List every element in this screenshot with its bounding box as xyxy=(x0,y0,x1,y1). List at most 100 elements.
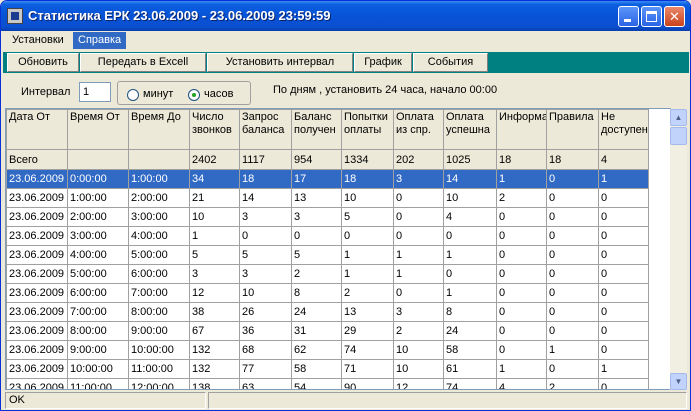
menu-help[interactable]: Справка xyxy=(73,32,127,49)
table-cell[interactable]: 0 xyxy=(598,283,649,303)
table-cell[interactable]: 58 xyxy=(443,340,497,360)
minutes-radio[interactable] xyxy=(127,89,139,101)
table-cell[interactable]: 3:00:00 xyxy=(128,207,190,227)
table-cell[interactable]: 12:00:00 xyxy=(128,378,190,389)
table-row[interactable]: 23.06.2009 11:00:00 12:00:00 138 63 54 90 12 74 4… xyxy=(6,378,649,389)
table-cell[interactable]: 0 xyxy=(598,264,649,284)
table-cell[interactable]: 14 xyxy=(443,169,497,189)
table-cell[interactable]: 138 xyxy=(189,378,240,389)
table-cell[interactable]: 10 xyxy=(443,188,497,208)
table-cell[interactable]: 54 xyxy=(291,378,342,389)
table-cell[interactable]: 0 xyxy=(239,226,292,246)
column-header[interactable]: Не доступен xyxy=(598,109,649,150)
table-cell[interactable]: 1 xyxy=(496,169,547,189)
table-cell[interactable]: 23.06.2009 xyxy=(6,359,68,379)
column-header[interactable]: Оплата успешна xyxy=(443,109,497,150)
column-header[interactable]: Информа xyxy=(496,109,547,150)
table-cell[interactable]: 11:00:00 xyxy=(128,359,190,379)
table-row[interactable]: 23.06.2009 3:00:00 4:00:00 1 0 0 0 0 0 0 0 0 xyxy=(6,226,649,246)
table-cell[interactable]: 8 xyxy=(291,283,342,303)
table-cell[interactable]: 5 xyxy=(189,245,240,265)
table-cell[interactable]: 1 xyxy=(598,169,649,189)
table-cell[interactable]: 8:00:00 xyxy=(128,302,190,322)
scroll-thumb[interactable] xyxy=(670,127,687,145)
table-cell[interactable]: 21 xyxy=(189,188,240,208)
table-cell[interactable]: 10:00:00 xyxy=(128,340,190,360)
table-cell[interactable]: 0 xyxy=(546,321,599,341)
table-cell[interactable]: 3 xyxy=(239,207,292,227)
table-cell[interactable]: 2 xyxy=(341,283,394,303)
table-cell[interactable]: 61 xyxy=(443,359,497,379)
table-cell[interactable]: 2 xyxy=(496,188,547,208)
table-cell[interactable]: 13 xyxy=(291,188,342,208)
table-cell[interactable]: 132 xyxy=(189,340,240,360)
table-cell[interactable]: 1:00:00 xyxy=(67,188,129,208)
table-cell[interactable]: 1 xyxy=(341,264,394,284)
set-interval-button[interactable]: Установить интервал xyxy=(207,53,353,72)
table-row[interactable]: 23.06.2009 4:00:00 5:00:00 5 5 5 1 1 1 0 0 0 xyxy=(6,245,649,265)
table-row[interactable]: 23.06.2009 0:00:00 1:00:00 34 18 17 18 3 14 1 0 1 xyxy=(6,169,649,189)
table-cell[interactable]: 1 xyxy=(598,359,649,379)
table-cell[interactable]: 5 xyxy=(291,245,342,265)
table-cell[interactable]: 23.06.2009 xyxy=(6,245,68,265)
table-cell[interactable]: 8:00:00 xyxy=(67,321,129,341)
table-cell[interactable]: 12 xyxy=(189,283,240,303)
menu-settings[interactable]: Установки xyxy=(7,32,69,49)
table-cell[interactable]: 5:00:00 xyxy=(128,245,190,265)
table-cell[interactable]: 11:00:00 xyxy=(67,378,129,389)
table-cell[interactable]: 0 xyxy=(496,340,547,360)
table-cell[interactable]: 1 xyxy=(443,245,497,265)
table-cell[interactable]: 3:00:00 xyxy=(67,226,129,246)
column-header[interactable]: Баланс получен xyxy=(291,109,342,150)
scroll-up-button[interactable]: ▲ xyxy=(670,109,687,126)
table-cell[interactable]: 31 xyxy=(291,321,342,341)
table-cell[interactable]: 10 xyxy=(341,188,394,208)
table-cell[interactable]: 0 xyxy=(496,264,547,284)
minimize-button[interactable] xyxy=(618,6,639,27)
table-cell[interactable]: 23.06.2009 xyxy=(6,169,68,189)
table-cell[interactable]: 0 xyxy=(546,188,599,208)
column-header[interactable]: Попытки оплаты xyxy=(341,109,394,150)
refresh-button[interactable]: Обновить xyxy=(7,53,79,72)
table-cell[interactable]: 6:00:00 xyxy=(128,264,190,284)
title-bar[interactable]: Статистика ЕРК 23.06.2009 - 23.06.2009 2… xyxy=(1,1,690,31)
table-cell[interactable]: 2 xyxy=(393,321,444,341)
column-header[interactable]: Оплата из спр. xyxy=(393,109,444,150)
table-cell[interactable]: 29 xyxy=(341,321,394,341)
column-header[interactable]: Время От xyxy=(67,109,129,150)
table-cell[interactable]: 4:00:00 xyxy=(67,245,129,265)
table-cell[interactable]: 0 xyxy=(598,188,649,208)
table-cell[interactable]: 0 xyxy=(496,321,547,341)
table-cell[interactable]: 5 xyxy=(341,207,394,227)
hours-radio[interactable] xyxy=(188,89,200,101)
interval-input[interactable] xyxy=(79,82,111,102)
table-cell[interactable]: 0 xyxy=(341,226,394,246)
column-header[interactable]: Запрос баланса xyxy=(239,109,292,150)
table-cell[interactable]: 67 xyxy=(189,321,240,341)
table-cell[interactable]: 74 xyxy=(443,378,497,389)
table-cell[interactable]: 5:00:00 xyxy=(67,264,129,284)
table-cell[interactable]: 1 xyxy=(189,226,240,246)
table-cell[interactable]: 0 xyxy=(393,283,444,303)
chart-button[interactable]: График xyxy=(354,53,412,72)
events-button[interactable]: События xyxy=(413,53,488,72)
table-cell[interactable]: 7:00:00 xyxy=(128,283,190,303)
table-cell[interactable]: 23.06.2009 xyxy=(6,188,68,208)
table-cell[interactable]: 0 xyxy=(496,283,547,303)
table-cell[interactable]: 0 xyxy=(598,321,649,341)
column-header[interactable]: Правила xyxy=(546,109,599,150)
table-cell[interactable]: 71 xyxy=(341,359,394,379)
table-cell[interactable]: 23.06.2009 xyxy=(6,226,68,246)
table-cell[interactable]: 0 xyxy=(546,302,599,322)
table-cell[interactable]: 23.06.2009 xyxy=(6,264,68,284)
table-cell[interactable]: 132 xyxy=(189,359,240,379)
table-cell[interactable]: 10 xyxy=(239,283,292,303)
table-cell[interactable]: 0 xyxy=(546,245,599,265)
table-cell[interactable]: 0:00:00 xyxy=(67,169,129,189)
table-cell[interactable]: 1:00:00 xyxy=(128,169,190,189)
table-cell[interactable]: 36 xyxy=(239,321,292,341)
table-cell[interactable]: 63 xyxy=(239,378,292,389)
table-cell[interactable]: 1 xyxy=(393,264,444,284)
table-row[interactable]: 23.06.2009 7:00:00 8:00:00 38 26 24 13 3 8 0 0 0 xyxy=(6,302,649,322)
table-cell[interactable]: 9:00:00 xyxy=(128,321,190,341)
